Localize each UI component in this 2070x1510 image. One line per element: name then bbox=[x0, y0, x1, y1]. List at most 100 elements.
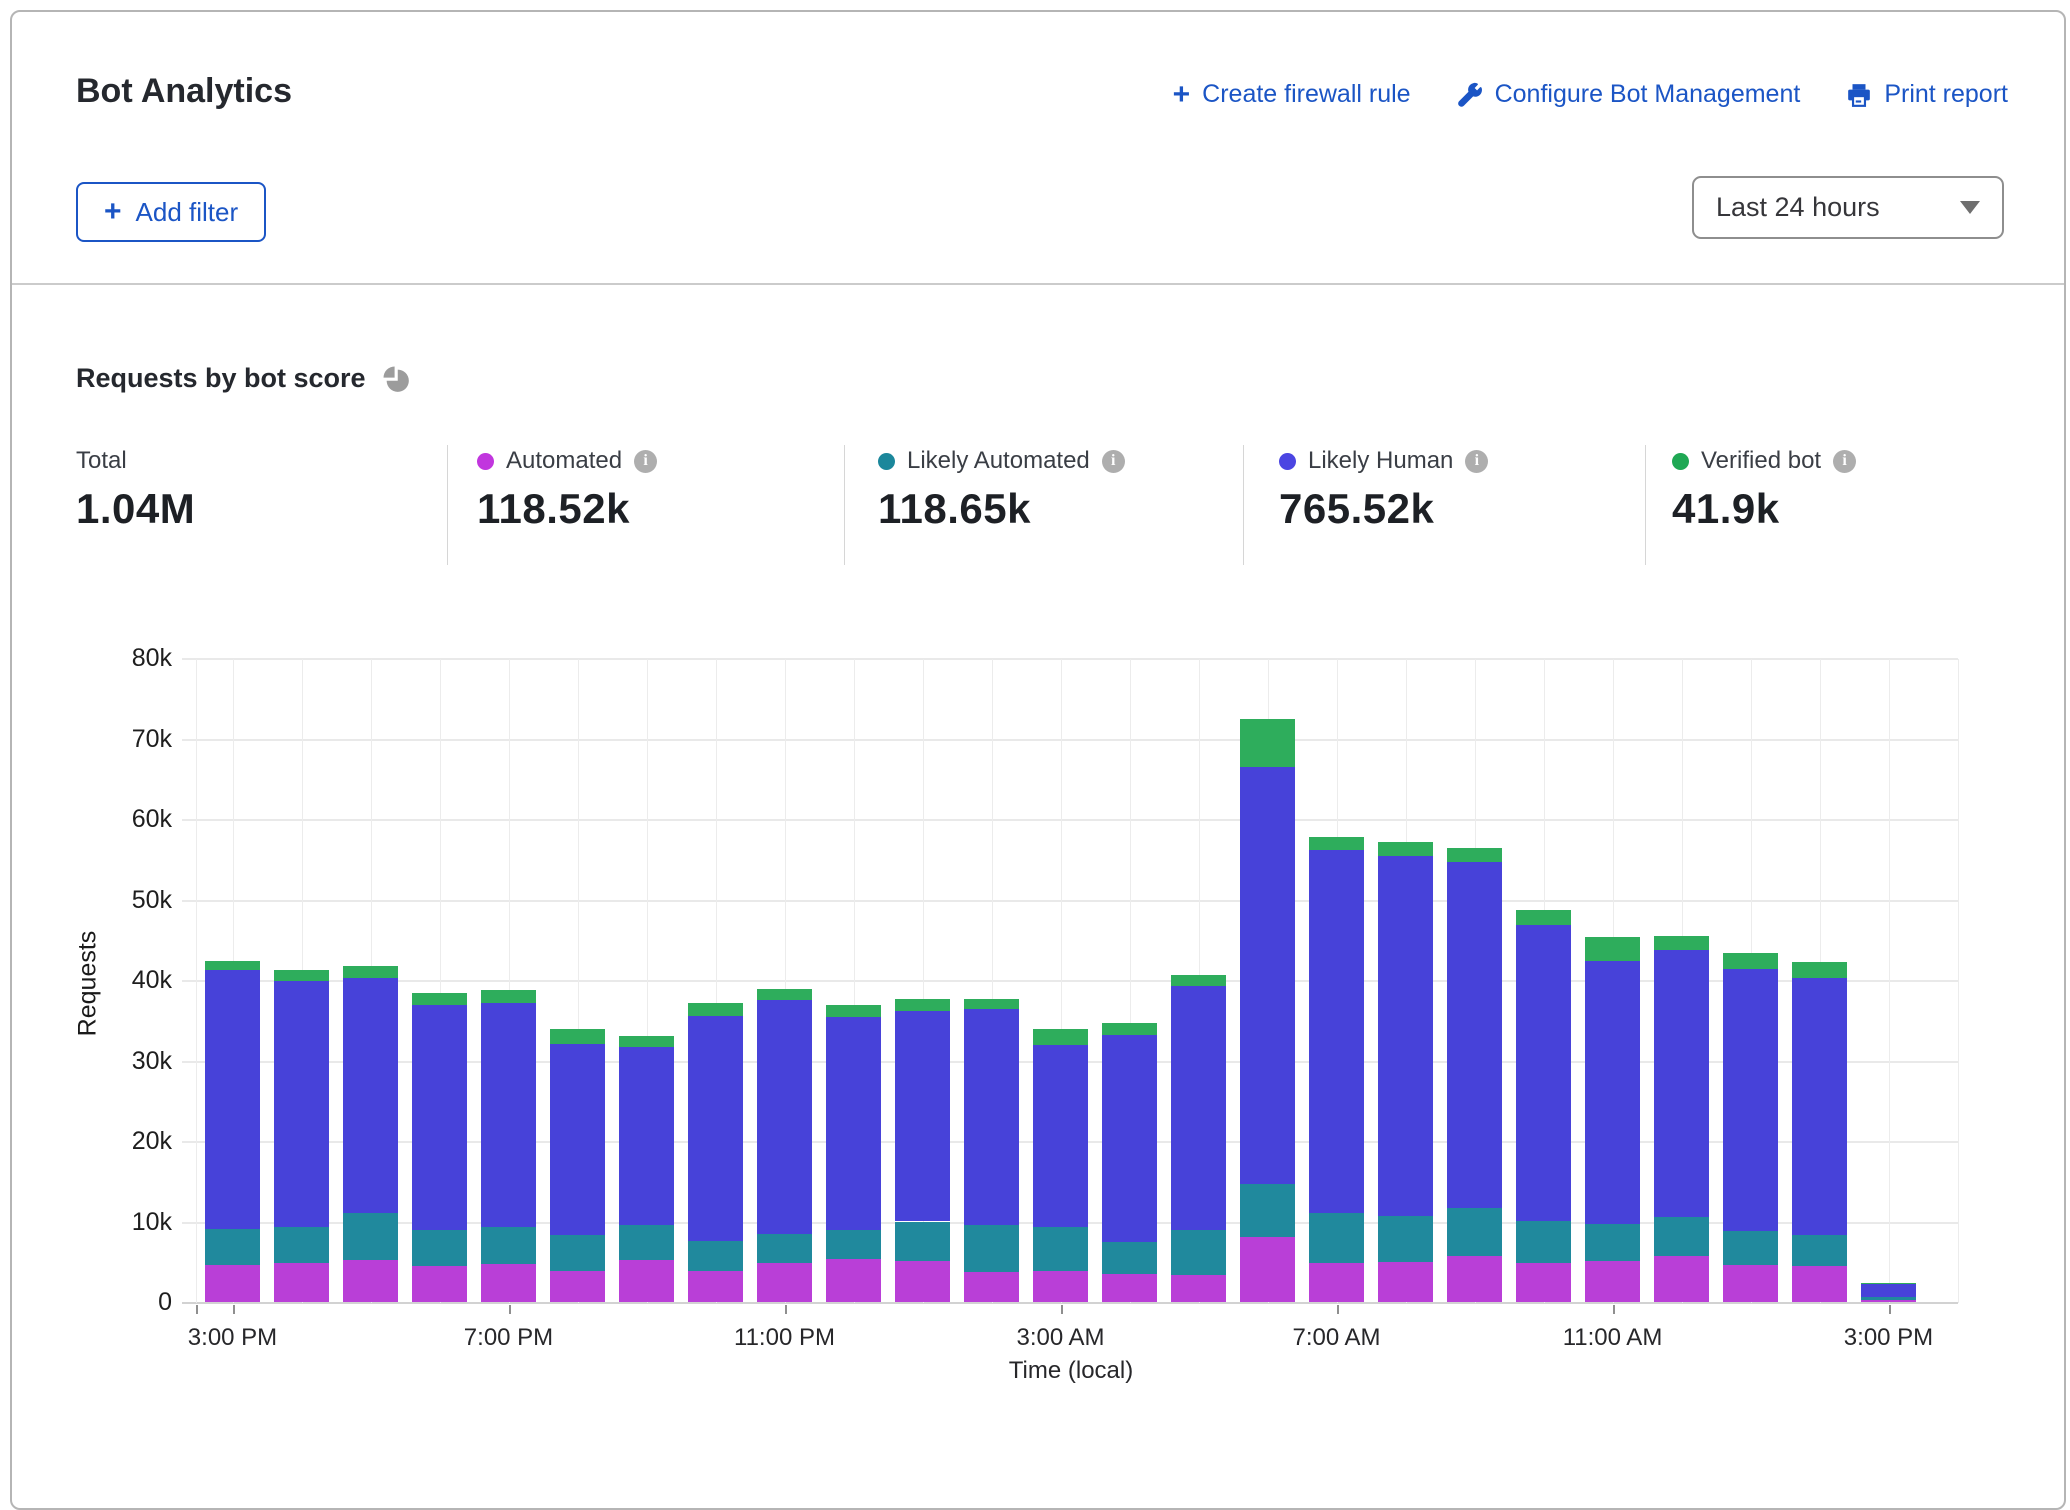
bar-segment-likely-automated[interactable] bbox=[1861, 1297, 1916, 1299]
bar-segment-likely-automated[interactable] bbox=[412, 1230, 467, 1266]
bar-segment-likely-human[interactable] bbox=[1033, 1045, 1088, 1227]
bar-segment-automated[interactable] bbox=[1378, 1262, 1433, 1302]
bar-segment-likely-human[interactable] bbox=[688, 1016, 743, 1241]
bar-segment-automated[interactable] bbox=[757, 1263, 812, 1302]
bar-segment-automated[interactable] bbox=[481, 1264, 536, 1302]
bar-segment-verified-bot[interactable] bbox=[1447, 848, 1502, 862]
bar-segment-verified-bot[interactable] bbox=[826, 1005, 881, 1017]
bar-segment-likely-human[interactable] bbox=[1654, 950, 1709, 1217]
bar-segment-verified-bot[interactable] bbox=[619, 1036, 674, 1046]
bar-segment-automated[interactable] bbox=[205, 1265, 260, 1302]
bar-segment-likely-automated[interactable] bbox=[1171, 1230, 1226, 1275]
bar-segment-verified-bot[interactable] bbox=[1516, 910, 1571, 925]
bar-segment-verified-bot[interactable] bbox=[1102, 1023, 1157, 1034]
bar-segment-automated[interactable] bbox=[1171, 1275, 1226, 1302]
bar-segment-likely-automated[interactable] bbox=[619, 1225, 674, 1260]
bar-segment-likely-automated[interactable] bbox=[205, 1229, 260, 1265]
bar-segment-likely-automated[interactable] bbox=[550, 1235, 605, 1270]
bar-segment-verified-bot[interactable] bbox=[550, 1029, 605, 1043]
bar-segment-likely-automated[interactable] bbox=[826, 1230, 881, 1258]
bar-segment-verified-bot[interactable] bbox=[688, 1003, 743, 1016]
bar-segment-likely-human[interactable] bbox=[343, 978, 398, 1213]
bar-segment-automated[interactable] bbox=[1585, 1261, 1640, 1302]
bar-segment-likely-human[interactable] bbox=[1102, 1035, 1157, 1242]
time-range-select[interactable]: Last 24 hours bbox=[1692, 176, 2004, 239]
bar-segment-verified-bot[interactable] bbox=[1171, 975, 1226, 986]
bar-segment-verified-bot[interactable] bbox=[1240, 719, 1295, 767]
bar-segment-likely-automated[interactable] bbox=[274, 1227, 329, 1263]
info-icon[interactable]: i bbox=[1465, 450, 1488, 473]
print-report-link[interactable]: Print report bbox=[1846, 80, 2008, 109]
add-filter-button[interactable]: + Add filter bbox=[76, 182, 266, 242]
bar-segment-verified-bot[interactable] bbox=[1033, 1029, 1088, 1045]
bar-segment-automated[interactable] bbox=[274, 1263, 329, 1302]
bar-segment-likely-human[interactable] bbox=[550, 1044, 605, 1236]
bar-segment-verified-bot[interactable] bbox=[274, 970, 329, 980]
bar-segment-automated[interactable] bbox=[1723, 1265, 1778, 1302]
bar-segment-likely-automated[interactable] bbox=[1033, 1227, 1088, 1270]
bar-segment-automated[interactable] bbox=[1792, 1266, 1847, 1302]
bar-segment-verified-bot[interactable] bbox=[343, 966, 398, 978]
bar-segment-likely-human[interactable] bbox=[1378, 856, 1433, 1216]
bar-segment-automated[interactable] bbox=[1654, 1256, 1709, 1302]
bar-segment-automated[interactable] bbox=[895, 1261, 950, 1302]
bar-segment-verified-bot[interactable] bbox=[1723, 953, 1778, 969]
bar-segment-automated[interactable] bbox=[964, 1272, 1019, 1302]
bar-segment-likely-human[interactable] bbox=[757, 1000, 812, 1233]
bar-segment-likely-human[interactable] bbox=[964, 1009, 1019, 1225]
bar-segment-likely-automated[interactable] bbox=[688, 1241, 743, 1271]
bar-segment-likely-human[interactable] bbox=[1171, 986, 1226, 1229]
bar-segment-automated[interactable] bbox=[550, 1271, 605, 1302]
bar-segment-verified-bot[interactable] bbox=[412, 993, 467, 1005]
bar-segment-automated[interactable] bbox=[619, 1260, 674, 1302]
bar-segment-automated[interactable] bbox=[1861, 1300, 1916, 1302]
bar-segment-likely-automated[interactable] bbox=[1585, 1224, 1640, 1261]
bar-segment-automated[interactable] bbox=[826, 1259, 881, 1302]
info-icon[interactable]: i bbox=[1833, 450, 1856, 473]
bar-segment-verified-bot[interactable] bbox=[1378, 842, 1433, 856]
bar-segment-likely-automated[interactable] bbox=[1792, 1235, 1847, 1266]
bar-segment-automated[interactable] bbox=[1102, 1274, 1157, 1302]
bar-segment-automated[interactable] bbox=[412, 1266, 467, 1302]
bar-segment-likely-automated[interactable] bbox=[1723, 1231, 1778, 1265]
bar-segment-likely-automated[interactable] bbox=[1309, 1213, 1364, 1262]
bar-segment-likely-automated[interactable] bbox=[1654, 1217, 1709, 1256]
bar-segment-likely-human[interactable] bbox=[274, 981, 329, 1227]
bar-segment-automated[interactable] bbox=[1033, 1271, 1088, 1302]
configure-bot-management-link[interactable]: Configure Bot Management bbox=[1457, 80, 1801, 109]
bar-segment-automated[interactable] bbox=[1447, 1256, 1502, 1302]
bar-segment-likely-human[interactable] bbox=[1723, 969, 1778, 1231]
bar-segment-likely-human[interactable] bbox=[1516, 925, 1571, 1220]
bar-segment-verified-bot[interactable] bbox=[481, 990, 536, 1002]
bar-segment-likely-automated[interactable] bbox=[964, 1225, 1019, 1272]
bar-segment-verified-bot[interactable] bbox=[1654, 936, 1709, 950]
bar-segment-likely-human[interactable] bbox=[619, 1047, 674, 1225]
bar-segment-likely-human[interactable] bbox=[826, 1017, 881, 1230]
bar-segment-likely-human[interactable] bbox=[481, 1003, 536, 1228]
bar-segment-verified-bot[interactable] bbox=[205, 961, 260, 971]
bar-segment-likely-human[interactable] bbox=[895, 1011, 950, 1221]
bar-segment-verified-bot[interactable] bbox=[1585, 937, 1640, 961]
bar-segment-likely-human[interactable] bbox=[205, 970, 260, 1228]
bar-segment-automated[interactable] bbox=[1240, 1237, 1295, 1302]
bar-segment-automated[interactable] bbox=[1309, 1263, 1364, 1302]
bar-segment-likely-human[interactable] bbox=[1447, 862, 1502, 1207]
create-firewall-rule-link[interactable]: + Create firewall rule bbox=[1173, 80, 1411, 109]
bar-segment-likely-human[interactable] bbox=[1240, 767, 1295, 1184]
bar-segment-likely-automated[interactable] bbox=[1378, 1216, 1433, 1262]
bar-segment-automated[interactable] bbox=[1516, 1263, 1571, 1302]
bar-segment-verified-bot[interactable] bbox=[895, 999, 950, 1011]
bar-segment-likely-human[interactable] bbox=[1861, 1283, 1916, 1297]
bar-segment-likely-automated[interactable] bbox=[1102, 1242, 1157, 1274]
bar-segment-likely-human[interactable] bbox=[1585, 961, 1640, 1223]
bar-segment-verified-bot[interactable] bbox=[964, 999, 1019, 1009]
bar-segment-likely-automated[interactable] bbox=[757, 1234, 812, 1264]
bar-segment-verified-bot[interactable] bbox=[757, 989, 812, 1000]
bar-segment-likely-automated[interactable] bbox=[1516, 1221, 1571, 1263]
bar-segment-likely-automated[interactable] bbox=[481, 1227, 536, 1264]
info-icon[interactable]: i bbox=[634, 450, 657, 473]
bar-segment-likely-human[interactable] bbox=[412, 1005, 467, 1230]
bar-segment-likely-human[interactable] bbox=[1792, 978, 1847, 1235]
bar-segment-likely-automated[interactable] bbox=[1240, 1184, 1295, 1236]
bar-segment-verified-bot[interactable] bbox=[1861, 1283, 1916, 1284]
